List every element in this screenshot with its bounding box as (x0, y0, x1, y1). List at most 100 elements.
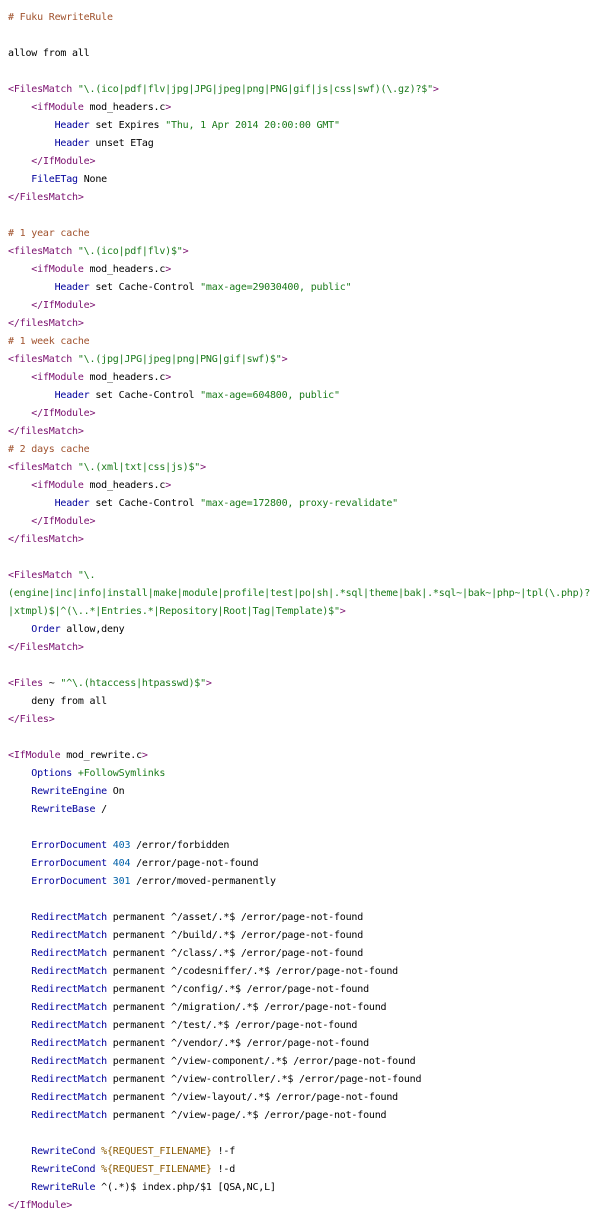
code-line: <Files ~ "^\.(htaccess|htpasswd)$"> (8, 675, 616, 693)
code-token-plain: allow,deny (60, 624, 125, 635)
code-line: </FilesMatch> (8, 639, 616, 657)
code-token-plain: set Cache-Control (89, 282, 201, 293)
code-token-string: "max-age=29030400, public" (200, 282, 352, 293)
code-token-directive: RedirectMatch (31, 912, 107, 923)
code-token-plain: set Expires (89, 120, 166, 131)
code-line: RewriteBase / (8, 801, 616, 819)
code-token-string: +FollowSymlinks (77, 768, 166, 779)
code-token-tag: > (281, 354, 288, 365)
code-token-tag: > (432, 84, 439, 95)
code-line: Header set Cache-Control "max-age=172800… (8, 495, 616, 513)
code-token-string: (engine|inc|info|install|make|module|pro… (8, 588, 591, 599)
code-token-plain: permanent ^/asset/.*$ /error/page-not-fo… (106, 912, 364, 923)
code-token-plain: permanent ^/test/.*$ /error/page-not-fou… (106, 1020, 358, 1031)
code-line: Header set Expires "Thu, 1 Apr 2014 20:0… (8, 117, 616, 135)
code-token-tag: <ifModule (31, 264, 90, 275)
code-line: Header set Cache-Control "max-age=604800… (8, 387, 616, 405)
code-token-tag: </IfModule> (31, 300, 96, 311)
code-line: # 2 days cache (8, 441, 616, 459)
code-line: ErrorDocument 403 /error/forbidden (8, 837, 616, 855)
code-token-string: "Thu, 1 Apr 2014 20:00:00 GMT" (165, 120, 340, 131)
code-token-directive: Header (54, 282, 90, 293)
code-token-plain: permanent ^/migration/.*$ /error/page-no… (106, 1002, 387, 1013)
code-token-plain: !-d (211, 1164, 236, 1175)
code-line: Options +FollowSymlinks (8, 765, 616, 783)
code-line: RedirectMatch permanent ^/vendor/.*$ /er… (8, 1035, 616, 1053)
code-token-tag: </IfModule> (31, 408, 96, 419)
code-line: </IfModule> (8, 297, 616, 315)
code-line: </filesMatch> (8, 315, 616, 333)
code-token-directive: RedirectMatch (31, 1056, 107, 1067)
code-line: RewriteRule ^(.*)$ index.php/$1 [QSA,NC,… (8, 1179, 616, 1197)
code-token-plain: permanent ^/view-component/.*$ /error/pa… (106, 1056, 416, 1067)
code-token-plain: permanent ^/view-layout/.*$ /error/page-… (106, 1092, 398, 1103)
code-line: <IfModule mod_rewrite.c> (8, 747, 616, 765)
code-line: <ifModule mod_headers.c> (8, 99, 616, 117)
code-token-string: "\.(ico|pdf|flv)$" (77, 246, 183, 257)
code-token-plain: mod_headers.c (89, 102, 166, 113)
code-token-plain: set Cache-Control (89, 498, 201, 509)
code-token-plain: permanent ^/view-controller/.*$ /error/p… (106, 1074, 422, 1085)
code-line: RewriteEngine On (8, 783, 616, 801)
code-token-tag: <filesMatch (8, 462, 78, 473)
code-line: FileETag None (8, 171, 616, 189)
code-line: RedirectMatch permanent ^/class/.*$ /err… (8, 945, 616, 963)
code-token-plain: None (77, 174, 107, 185)
code-token-directive: FileETag (31, 174, 78, 185)
code-token-string: |xtmpl)$|^(\..*|Entries.*|Repository|Roo… (8, 606, 340, 617)
code-token-plain: deny from all (8, 696, 107, 707)
code-line: <ifModule mod_headers.c> (8, 261, 616, 279)
code-line: allow from all (8, 45, 616, 63)
code-token-tag: > (200, 462, 206, 473)
code-token-plain: /error/page-not-found (130, 858, 259, 869)
code-token-string: "max-age=172800, proxy-revalidate" (200, 498, 399, 509)
code-token-number: 404 (112, 858, 131, 869)
code-token-tag: </IfModule> (31, 156, 96, 167)
code-token-directive: RewriteBase (31, 804, 96, 815)
code-token-tag: > (165, 480, 172, 491)
code-token-tag: </Files> (8, 714, 55, 725)
code-line: <FilesMatch "\. (8, 567, 616, 585)
code-line: RedirectMatch permanent ^/view-component… (8, 1053, 616, 1071)
code-token-directive: RedirectMatch (31, 948, 107, 959)
code-token-plain: mod_headers.c (89, 480, 166, 491)
code-token-tag: <ifModule (31, 372, 90, 383)
code-line: |xtmpl)$|^(\..*|Entries.*|Repository|Roo… (8, 603, 616, 621)
code-token-tag: <FilesMatch (8, 84, 78, 95)
code-token-directive: Options (31, 768, 73, 779)
code-line: </IfModule> (8, 513, 616, 531)
code-token-directive: RewriteCond (31, 1146, 96, 1157)
code-token-tag: <filesMatch (8, 246, 78, 257)
code-line: <filesMatch "\.(jpg|JPG|jpeg|png|PNG|gif… (8, 351, 616, 369)
code-token-directive: RedirectMatch (31, 930, 107, 941)
code-token-plain: mod_headers.c (89, 264, 166, 275)
code-line: # 1 week cache (8, 333, 616, 351)
code-line: RedirectMatch permanent ^/migration/.*$ … (8, 999, 616, 1017)
code-token-plain: mod_rewrite.c (66, 750, 142, 761)
code-line: ErrorDocument 404 /error/page-not-found (8, 855, 616, 873)
